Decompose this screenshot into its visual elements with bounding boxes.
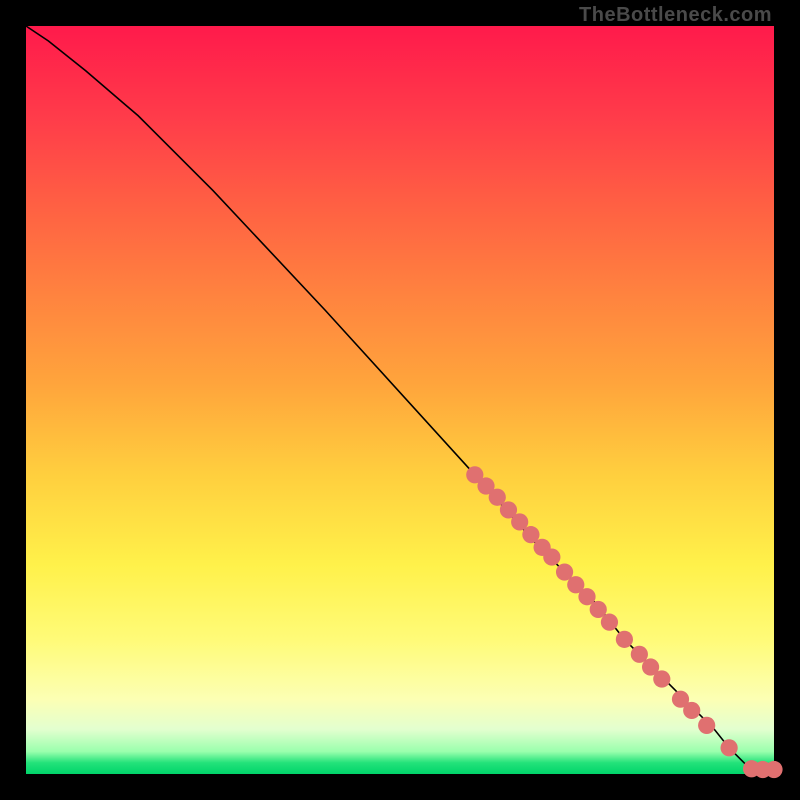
scatter-dot: [721, 739, 738, 756]
scatter-dot: [765, 761, 782, 778]
scatter-dot: [601, 614, 618, 631]
scatter-dot: [683, 702, 700, 719]
chart-frame: TheBottleneck.com: [0, 0, 800, 800]
plot-area: [26, 26, 774, 774]
scatter-dot: [698, 717, 715, 734]
chart-svg: [26, 26, 774, 774]
scatter-dot: [543, 548, 560, 565]
scatter-dots: [466, 466, 782, 778]
watermark-text: TheBottleneck.com: [579, 4, 772, 27]
scatter-dot: [653, 670, 670, 687]
scatter-dot: [616, 631, 633, 648]
bottleneck-curve: [26, 26, 774, 770]
